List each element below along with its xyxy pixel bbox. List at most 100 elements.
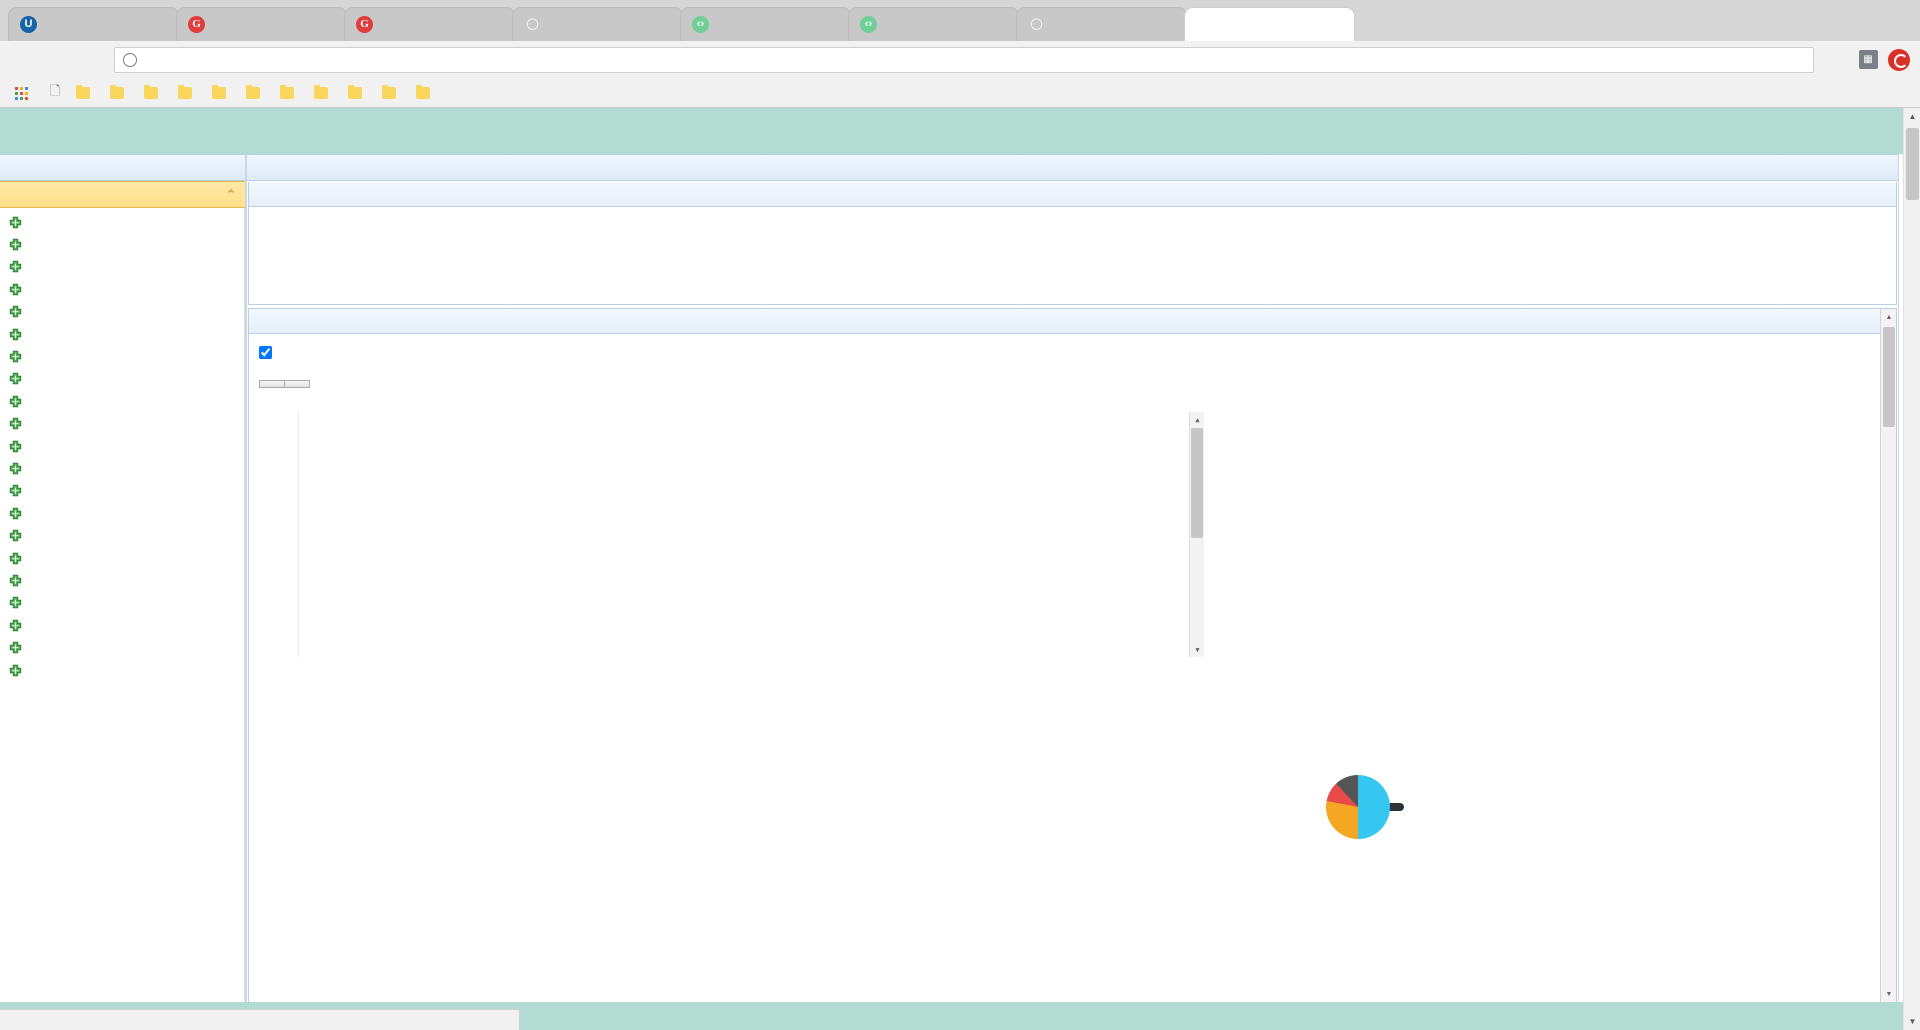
plus-node-icon[interactable] [8, 641, 23, 656]
sgs-scroll-down-icon[interactable]: ▼ [1881, 986, 1896, 1002]
forward-button[interactable] [42, 45, 72, 75]
bookmark-item[interactable] [273, 84, 307, 101]
plus-node-icon[interactable] [8, 372, 23, 387]
browser-tab[interactable]: ‹› [848, 7, 1019, 41]
reset-button[interactable] [284, 380, 310, 388]
sidebar-menu-item[interactable] [0, 660, 244, 682]
plus-node-icon[interactable] [8, 664, 23, 679]
sidebar-menu-item[interactable] [0, 503, 244, 525]
sidebar-menu-item[interactable] [0, 458, 244, 480]
reload-button[interactable] [74, 45, 104, 75]
window-minimize-button[interactable] [1782, 0, 1828, 41]
page-scroll-down-icon[interactable]: ▼ [1904, 1013, 1920, 1030]
region-body: ▲ ▼ ▲ ▼ [247, 181, 1898, 1002]
browser-window: U G G ◯ ‹› ‹› ◯ 🗋 ▦ 🗋 ▲ ▼ ⌃ ▲ ▼ ▲ ▼ [0, 0, 1920, 1030]
page-scroll-thumb[interactable] [1906, 128, 1919, 200]
sidebar-menu-item[interactable] [0, 302, 244, 324]
chevron-collapse-icon[interactable] [223, 160, 239, 176]
bookmark-item[interactable] [239, 84, 273, 101]
plus-node-icon[interactable] [8, 529, 23, 544]
bookmark-page-shortcut[interactable]: 🗋 [43, 80, 67, 106]
bookmark-item[interactable] [307, 84, 341, 101]
sidebar-menu-item[interactable] [0, 279, 244, 301]
apps-shortcut[interactable] [8, 85, 41, 102]
plus-node-icon[interactable] [8, 305, 23, 320]
sidebar-menu-item[interactable] [0, 257, 244, 279]
bookmark-item[interactable] [375, 84, 409, 101]
plus-node-icon[interactable] [8, 574, 23, 589]
sgs-scroll-thumb[interactable] [1883, 327, 1895, 427]
site-info-icon[interactable] [123, 52, 137, 67]
editor-scroll-down-icon[interactable]: ▼ [1190, 642, 1204, 657]
network-speed-widget[interactable] [1326, 775, 1404, 839]
bookmark-item[interactable] [341, 84, 375, 101]
window-controls [1782, 0, 1920, 41]
sidebar-menu-item[interactable] [0, 593, 244, 615]
plus-node-icon[interactable] [8, 619, 23, 634]
sgs-scroll-up-icon[interactable]: ▲ [1881, 309, 1896, 325]
plus-node-icon[interactable] [8, 283, 23, 298]
editor-scroll-up-icon[interactable]: ▲ [1190, 412, 1204, 427]
browser-tab[interactable]: ‹› [680, 7, 851, 41]
generate-code-button[interactable] [259, 380, 285, 388]
plus-node-icon[interactable] [8, 462, 23, 477]
sgs-code-editor[interactable]: ▲ ▼ [259, 412, 1204, 657]
sidebar-menu-item[interactable] [0, 525, 244, 547]
plus-node-icon[interactable] [8, 395, 23, 410]
editor-scroll-thumb[interactable] [1191, 428, 1203, 538]
browser-tab[interactable]: G [176, 7, 347, 41]
sidebar-main-menu-header[interactable] [0, 154, 245, 181]
address-bar[interactable] [114, 46, 1814, 73]
sidebar-function-menu-header[interactable]: ⌃ [0, 181, 245, 208]
sidebar-menu-item[interactable] [0, 615, 244, 637]
document-icon: 🗋 [1200, 18, 1209, 30]
sidebar-menu-item[interactable] [0, 637, 244, 659]
sidebar-menu-item[interactable] [0, 436, 244, 458]
chevron-up-icon[interactable]: ⌃ [223, 187, 239, 203]
plus-node-icon[interactable] [8, 238, 23, 253]
editor-scrollbar[interactable]: ▲ ▼ [1189, 412, 1204, 657]
page-scrollbar[interactable]: ▲ ▼ [1903, 108, 1920, 1030]
browser-tab[interactable]: G [344, 7, 515, 41]
sidebar-menu-item[interactable] [0, 324, 244, 346]
bookmark-item[interactable] [137, 84, 171, 101]
plus-node-icon[interactable] [8, 484, 23, 499]
sidebar-menu-item[interactable] [0, 234, 244, 256]
plus-node-icon[interactable] [8, 417, 23, 432]
sidebar-menu-item[interactable] [0, 481, 244, 503]
plus-node-icon[interactable] [8, 350, 23, 365]
plus-node-icon[interactable] [8, 260, 23, 275]
editor-code-area[interactable] [299, 412, 1204, 657]
bookmark-item[interactable] [171, 84, 205, 101]
bookmark-item[interactable] [103, 84, 137, 101]
plus-node-icon[interactable] [8, 216, 23, 231]
bookmark-item[interactable] [409, 84, 443, 101]
sidebar-menu-item[interactable] [0, 548, 244, 570]
sgs-panel-scrollbar[interactable]: ▲ ▼ [1880, 309, 1896, 1002]
plus-node-icon[interactable] [8, 552, 23, 567]
bookmark-star-icon[interactable] [1824, 46, 1852, 74]
browser-tab[interactable]: U [8, 7, 179, 41]
extension-icon[interactable]: ▦ [1854, 46, 1882, 74]
bookmark-item[interactable] [69, 84, 103, 101]
sidebar-menu-item[interactable] [0, 570, 244, 592]
browser-tab[interactable]: ◯ [1016, 7, 1187, 41]
plus-node-icon[interactable] [8, 507, 23, 522]
page-scroll-up-icon[interactable]: ▲ [1904, 108, 1920, 125]
browser-tab[interactable]: 🗋 [1184, 7, 1355, 41]
plus-node-icon[interactable] [8, 328, 23, 343]
ignore-warnings-checkbox[interactable] [259, 346, 272, 359]
browser-tab[interactable]: ◯ [512, 7, 683, 41]
back-button[interactable] [10, 45, 40, 75]
sidebar-menu-item[interactable] [0, 346, 244, 368]
sidebar-menu-item[interactable] [0, 212, 244, 234]
sidebar-menu-item[interactable] [0, 391, 244, 413]
plus-node-icon[interactable] [8, 440, 23, 455]
window-close-button[interactable] [1874, 0, 1920, 41]
window-maximize-button[interactable] [1828, 0, 1874, 41]
sidebar-menu-item[interactable] [0, 369, 244, 391]
profile-avatar-icon[interactable] [1888, 48, 1910, 71]
bookmark-item[interactable] [205, 84, 239, 101]
plus-node-icon[interactable] [8, 596, 23, 611]
sidebar-menu-item[interactable] [0, 414, 244, 436]
